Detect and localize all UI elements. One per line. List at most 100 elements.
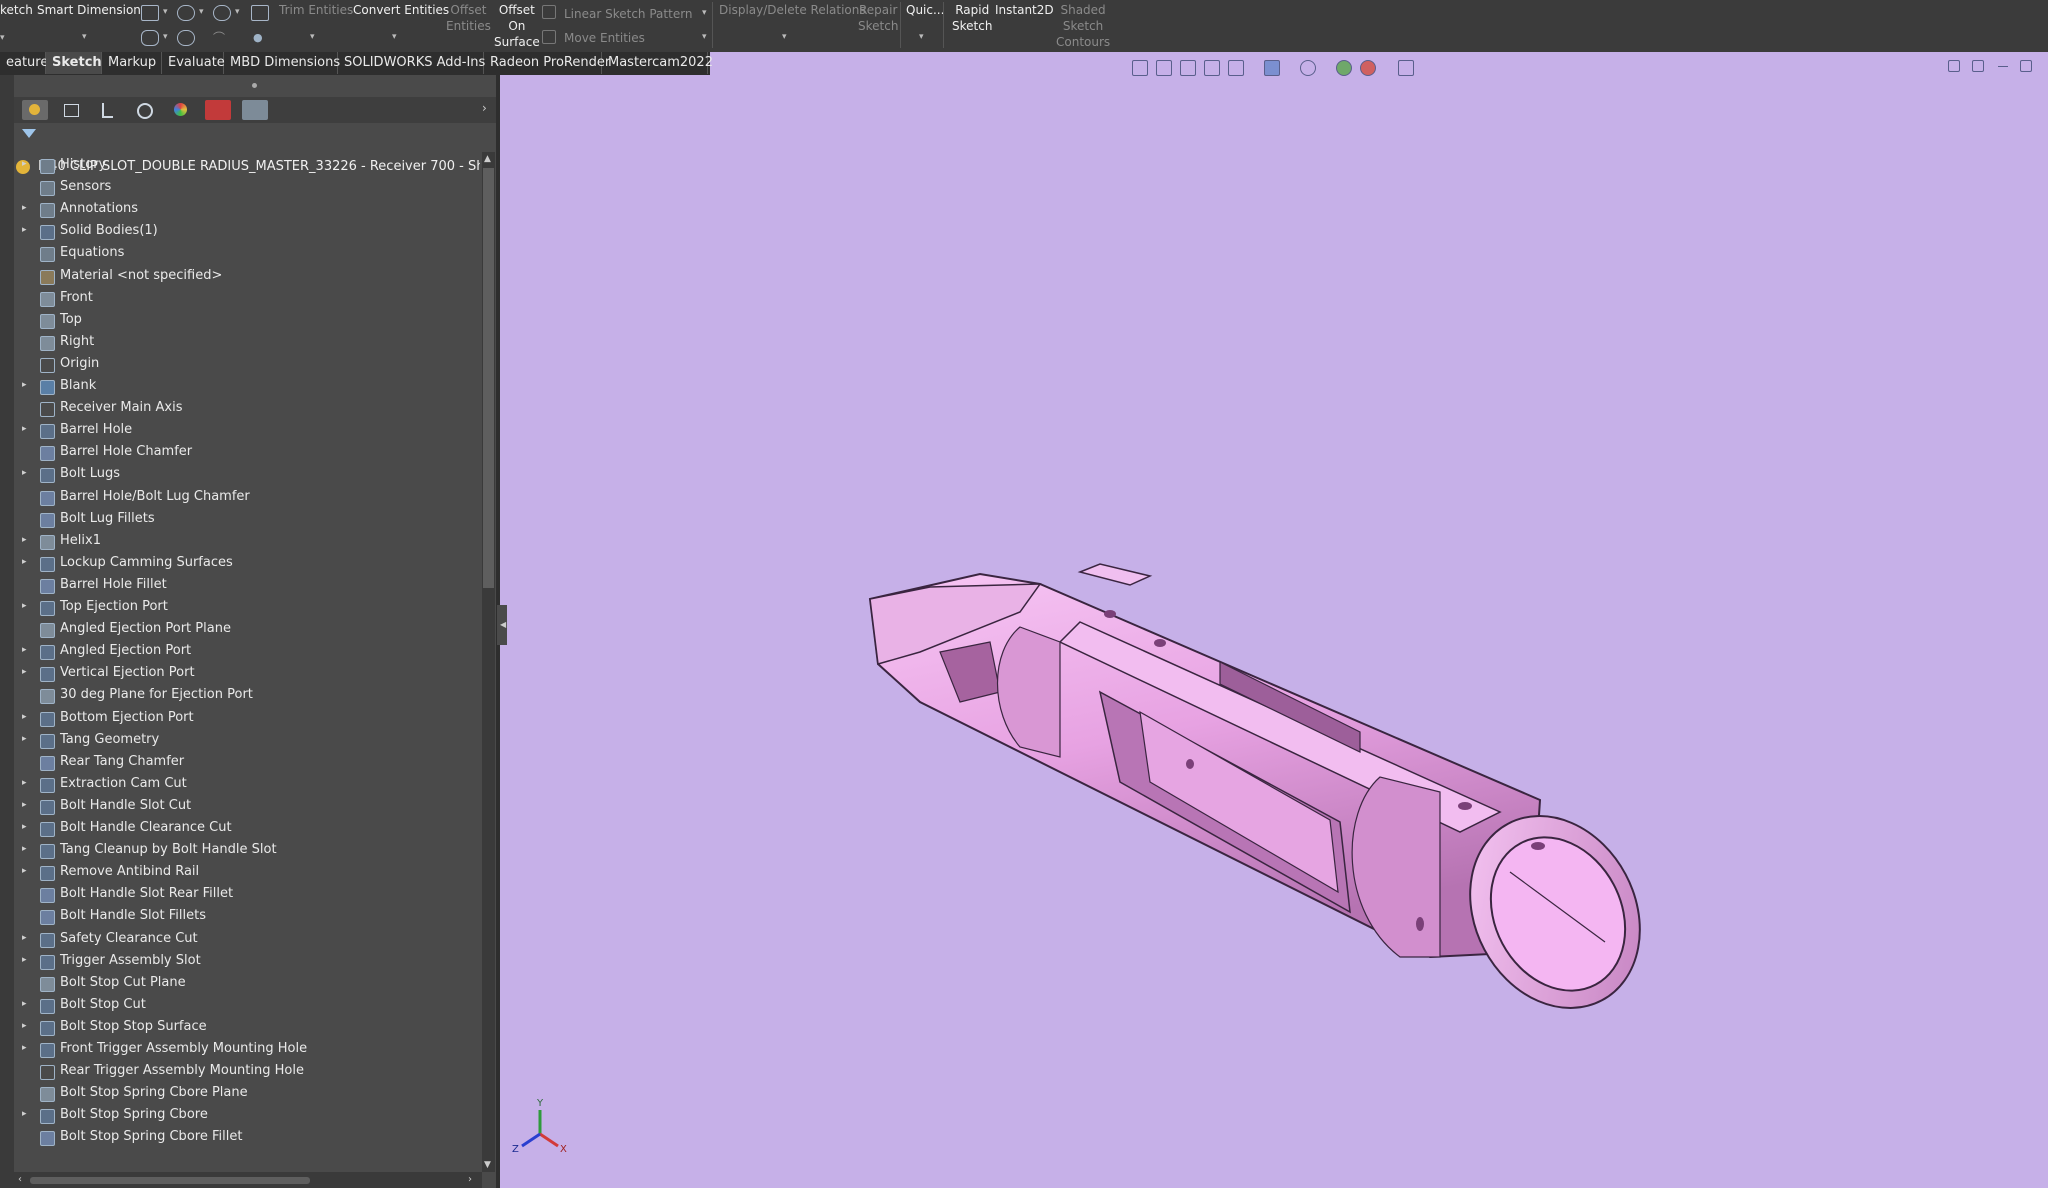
slot-tool-icon[interactable] bbox=[141, 30, 159, 46]
tree-item[interactable]: Sensors bbox=[14, 177, 480, 199]
tree-item[interactable]: ▸ Bottom Ejection Port bbox=[14, 708, 480, 730]
shaded-sketch-contours-button[interactable]: Shaded Sketch Contours bbox=[1056, 2, 1110, 50]
expand-arrow-icon[interactable]: ▸ bbox=[22, 734, 27, 744]
expand-arrow-icon[interactable]: ▸ bbox=[22, 667, 27, 677]
expand-arrow-icon[interactable]: ▸ bbox=[22, 535, 27, 545]
expand-arrow-icon[interactable]: ▸ bbox=[22, 601, 27, 611]
tree-item[interactable]: ▸ Safety Clearance Cut bbox=[14, 929, 480, 951]
expand-arrow-icon[interactable]: ▸ bbox=[22, 225, 27, 235]
tree-item[interactable]: Angled Ejection Port Plane bbox=[14, 619, 480, 641]
panel-collapse-dot[interactable] bbox=[252, 83, 257, 88]
instant2d-button[interactable]: Instant2D bbox=[995, 2, 1054, 18]
sketch-button[interactable]: ketch bbox=[0, 2, 33, 18]
expand-arrow-icon[interactable]: ▸ bbox=[22, 424, 27, 434]
tab-markup[interactable]: Markup bbox=[102, 52, 162, 74]
tree-item[interactable]: Rear Trigger Assembly Mounting Hole bbox=[14, 1061, 480, 1083]
expand-arrow-icon[interactable]: ▸ bbox=[22, 468, 27, 478]
expand-arrow-icon[interactable]: ▸ bbox=[22, 999, 27, 1009]
expand-arrow-icon[interactable]: ▸ bbox=[22, 866, 27, 876]
offset-on-surface-button[interactable]: Offset On Surface bbox=[494, 2, 540, 50]
convert-entities-button[interactable]: Convert Entities bbox=[353, 2, 449, 18]
expand-arrow-icon[interactable]: ▸ bbox=[22, 380, 27, 390]
linear-pattern-caret[interactable]: ▾ bbox=[702, 8, 707, 18]
tree-item[interactable]: Bolt Lug Fillets bbox=[14, 509, 480, 531]
tab-features[interactable]: eatures bbox=[0, 52, 55, 74]
tree-item[interactable]: Front bbox=[14, 288, 480, 310]
mirror-entities-icon[interactable] bbox=[542, 5, 556, 19]
tree-item[interactable]: ▸ Bolt Handle Clearance Cut bbox=[14, 818, 480, 840]
tree-item[interactable]: ▸ Front Trigger Assembly Mounting Hole bbox=[14, 1039, 480, 1061]
circle-tool-icon[interactable] bbox=[177, 30, 195, 46]
expand-arrow-icon[interactable]: ▸ bbox=[22, 933, 27, 943]
expand-arrow-icon[interactable]: ▸ bbox=[22, 822, 27, 832]
tree-item[interactable]: ▸ Lockup Camming Surfaces bbox=[14, 553, 480, 575]
slot-caret[interactable]: ▾ bbox=[163, 32, 168, 42]
plane-tool-icon[interactable]: ● bbox=[253, 30, 263, 46]
expand-arrow-icon[interactable]: ▸ bbox=[22, 1043, 27, 1053]
tree-item[interactable]: ▸ Helix1 bbox=[14, 531, 480, 553]
trim-entities-button[interactable]: Trim Entities bbox=[279, 2, 353, 18]
expand-arrow-icon[interactable]: ▸ bbox=[22, 844, 27, 854]
tree-item[interactable]: ▸ Trigger Assembly Slot bbox=[14, 951, 480, 973]
expand-panel-arrow-icon[interactable]: › bbox=[482, 101, 487, 115]
tree-item[interactable]: ▸ Bolt Lugs bbox=[14, 464, 480, 486]
display-manager-tab-icon[interactable] bbox=[168, 100, 194, 120]
linear-sketch-pattern-button[interactable]: Linear Sketch Pattern bbox=[564, 6, 693, 22]
vertical-scrollbar-thumb[interactable] bbox=[483, 168, 494, 588]
tree-item[interactable]: ▸ Extraction Cam Cut bbox=[14, 774, 480, 796]
smart-dimension-caret[interactable]: ▾ bbox=[82, 32, 87, 42]
tree-item[interactable]: Material <not specified> bbox=[14, 266, 480, 288]
tree-item[interactable]: Bolt Handle Slot Rear Fillet bbox=[14, 884, 480, 906]
tab-mbd-dimensions[interactable]: MBD Dimensions bbox=[224, 52, 340, 74]
tree-item[interactable]: Equations bbox=[14, 243, 480, 265]
spline-tool-icon[interactable] bbox=[213, 5, 231, 21]
text-tool-icon[interactable] bbox=[251, 5, 269, 21]
tree-item[interactable]: ▸ Bolt Stop Cut bbox=[14, 995, 480, 1017]
tree-item[interactable]: ▸ Bolt Stop Stop Surface bbox=[14, 1017, 480, 1039]
horizontal-scrollbar-thumb[interactable] bbox=[30, 1177, 310, 1184]
smart-dimension-button[interactable]: Smart Dimension bbox=[37, 2, 141, 18]
tree-item[interactable]: 30 deg Plane for Ejection Port bbox=[14, 685, 480, 707]
repair-sketch-button[interactable]: Repair Sketch bbox=[858, 2, 898, 34]
tree-item[interactable]: Right bbox=[14, 332, 480, 354]
quick-snaps-caret[interactable]: ▾ bbox=[919, 32, 924, 42]
graphics-area[interactable]: Y X Z bbox=[500, 52, 2048, 1188]
expand-arrow-icon[interactable]: ▸ bbox=[22, 712, 27, 722]
receiver-part[interactable] bbox=[868, 563, 1673, 1038]
offset-entities-button[interactable]: Offset Entities bbox=[446, 2, 491, 34]
tree-item[interactable]: ▸ Angled Ejection Port bbox=[14, 641, 480, 663]
expand-arrow-icon[interactable]: ▸ bbox=[22, 1021, 27, 1031]
tree-item[interactable]: Barrel Hole/Bolt Lug Chamfer bbox=[14, 487, 480, 509]
tree-item[interactable]: ▸ Tang Geometry bbox=[14, 730, 480, 752]
line-tool-icon[interactable] bbox=[141, 5, 159, 21]
expand-arrow-icon[interactable]: ▸ bbox=[22, 800, 27, 810]
quick-snaps-button[interactable]: Quic... bbox=[906, 2, 944, 18]
expand-arrow-icon[interactable]: ▸ bbox=[22, 1109, 27, 1119]
tab-solidworks-add-ins[interactable]: SOLIDWORKS Add-Ins bbox=[338, 52, 485, 74]
tree-item[interactable]: ▸ Remove Antibind Rail bbox=[14, 862, 480, 884]
point-tool-icon[interactable]: ⌒ bbox=[213, 30, 225, 46]
tree-item[interactable]: ▸ History bbox=[14, 155, 480, 177]
scroll-up-arrow-icon[interactable]: ▲ bbox=[484, 154, 491, 164]
dimxpert-manager-tab-icon[interactable] bbox=[131, 100, 157, 120]
cam-feature-tree-tab-icon[interactable] bbox=[242, 100, 268, 120]
cam-manager-tab-icon[interactable] bbox=[205, 100, 231, 120]
tree-item[interactable]: ▸ Blank bbox=[14, 376, 480, 398]
tree-item[interactable]: Bolt Stop Cut Plane bbox=[14, 973, 480, 995]
tree-item[interactable]: ▸ Solid Bodies(1) bbox=[14, 221, 480, 243]
expand-arrow-icon[interactable]: ▸ bbox=[22, 159, 27, 169]
tree-item[interactable]: ▸ Annotations bbox=[14, 199, 480, 221]
trim-caret[interactable]: ▾ bbox=[310, 32, 315, 42]
tree-item[interactable]: Bolt Stop Spring Cbore Plane bbox=[14, 1083, 480, 1105]
expand-arrow-icon[interactable]: ▸ bbox=[22, 778, 27, 788]
expand-arrow-icon[interactable]: ▸ bbox=[22, 557, 27, 567]
scroll-right-arrow-icon[interactable]: › bbox=[468, 1174, 472, 1185]
tree-item[interactable]: Bolt Handle Slot Fillets bbox=[14, 906, 480, 928]
tree-item[interactable]: Barrel Hole Fillet bbox=[14, 575, 480, 597]
tree-item[interactable]: ▸ Barrel Hole bbox=[14, 420, 480, 442]
tree-item[interactable]: Top bbox=[14, 310, 480, 332]
line-caret[interactable]: ▾ bbox=[163, 7, 168, 17]
expand-arrow-icon[interactable]: ▸ bbox=[22, 645, 27, 655]
convert-caret[interactable]: ▾ bbox=[392, 32, 397, 42]
tree-item[interactable]: Barrel Hole Chamfer bbox=[14, 442, 480, 464]
